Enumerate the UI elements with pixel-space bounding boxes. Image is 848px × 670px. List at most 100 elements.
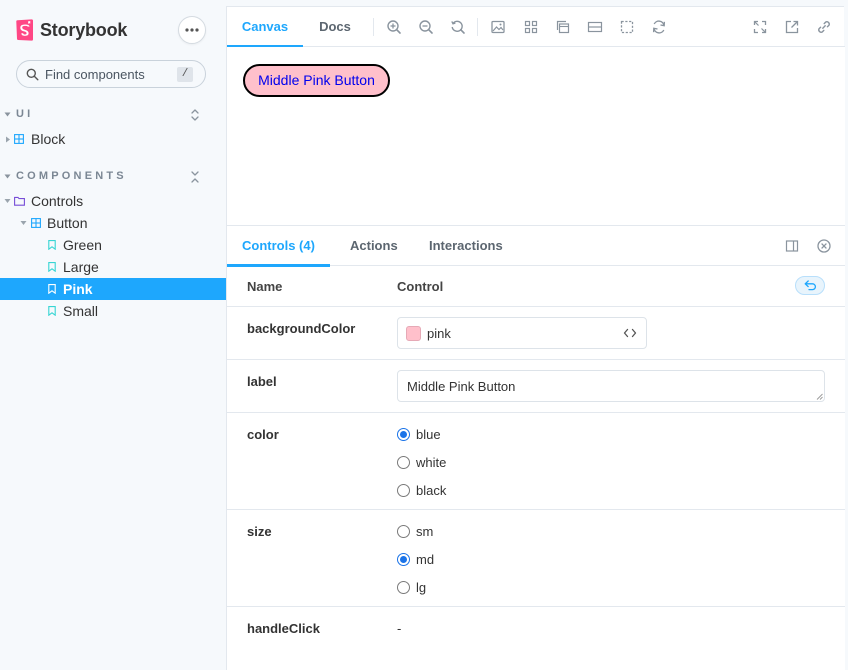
radio-option-lg[interactable]: lg [397,578,426,596]
tab-docs[interactable]: Docs [303,7,367,47]
measure-icon[interactable] [587,19,603,35]
sidebar-item-label: Block [31,131,66,147]
sidebar-story-large[interactable]: Large [0,256,226,278]
sidebar-story-pink[interactable]: Pink [0,278,226,300]
radio-button[interactable] [397,483,410,497]
code-icon[interactable] [623,327,637,339]
radio-button-checked[interactable] [397,427,410,441]
radio-option-black[interactable]: black [397,481,446,499]
viewport-icon[interactable] [555,19,571,35]
radio-label[interactable]: lg [416,580,426,595]
section-title: UI [16,108,34,120]
radio-button[interactable] [397,455,410,469]
collapse-all-icon[interactable] [190,170,200,184]
zoom-in-icon[interactable] [386,19,402,35]
component-icon [31,218,41,228]
section-header-components[interactable]: COMPONENTS [0,169,226,185]
fullscreen-icon[interactable] [752,19,768,35]
section-header-ui[interactable]: UI [0,107,226,123]
panel-orientation-icon[interactable] [784,238,800,254]
brand-name: Storybook [40,19,128,40]
search-icon [26,68,39,81]
storybook-app: Storybook / UI [0,0,848,670]
tab-interactions[interactable]: Interactions [429,226,503,266]
no-control-value: - [397,621,402,636]
sidebar-item-controls[interactable]: Controls [0,190,226,212]
background-image-icon[interactable] [490,19,506,35]
toolbar-divider [477,18,478,36]
ellipsis-icon [185,28,199,32]
close-panel-icon[interactable] [816,238,832,254]
search-box[interactable]: / [16,60,206,88]
color-value[interactable]: pink [427,326,451,341]
tab-canvas[interactable]: Canvas [227,7,303,48]
bookmark-icon [48,262,56,272]
copy-link-icon[interactable] [816,19,832,35]
radio-option-md[interactable]: md [397,550,434,568]
open-new-tab-icon[interactable] [784,19,800,35]
sidebar-story-small[interactable]: Small [0,300,226,322]
sidebar-item-button[interactable]: Button [0,212,226,234]
prop-name: handleClick [247,621,320,636]
toolbar: Canvas Docs [227,7,845,48]
sidebar-item-label: Large [63,259,99,275]
preview-pink-button[interactable]: Middle Pink Button [243,64,390,97]
story-canvas: Middle Pink Button [227,47,845,225]
section-title: COMPONENTS [16,170,127,182]
sidebar-item-label: Pink [63,281,93,297]
bookmark-icon [48,306,56,316]
sidebar-item-label: Small [63,303,99,319]
label-input-value[interactable]: Middle Pink Button [407,379,515,394]
caret-down-icon [4,199,11,203]
resize-grip-icon[interactable] [816,393,823,400]
search-shortcut-badge: / [177,67,193,82]
radio-label[interactable]: sm [416,524,433,539]
radio-button-checked[interactable] [397,552,410,566]
radio-option-white[interactable]: white [397,453,446,471]
grid-icon[interactable] [523,19,539,35]
control-row-size: size sm md lg [227,510,845,607]
outline-icon[interactable] [619,19,635,35]
control-row-color: color blue white black [227,413,845,510]
bookmark-icon [48,284,56,294]
zoom-reset-icon[interactable] [450,19,466,35]
tab-actions[interactable]: Actions [350,226,398,266]
radio-option-blue[interactable]: blue [397,425,441,443]
radio-option-sm[interactable]: sm [397,522,433,540]
reset-controls-button[interactable] [795,276,825,295]
component-icon [14,134,24,144]
caret-down-icon [20,221,27,225]
color-swatch[interactable] [406,326,421,341]
sidebar-item-block[interactable]: Block [0,128,226,150]
sidebar: Storybook / UI [0,0,226,670]
radio-button[interactable] [397,524,410,538]
tab-controls[interactable]: Controls (4) [227,226,330,267]
zoom-out-icon[interactable] [418,19,434,35]
search-input[interactable] [45,65,175,83]
expand-collapse-icon[interactable] [190,108,200,122]
prop-name: size [247,524,272,539]
sidebar-story-green[interactable]: Green [0,234,226,256]
brand[interactable]: Storybook [16,18,127,42]
caret-right-icon [6,136,10,143]
folder-icon [14,196,25,206]
label-text-input[interactable]: Middle Pink Button [397,370,825,402]
main-area: Canvas Docs Middle Pink Button Controls … [226,6,845,670]
sidebar-item-label: Button [47,215,88,231]
controls-header-row: Name Control [227,266,845,307]
menu-button[interactable] [178,16,206,44]
sidebar-item-label: Controls [31,193,84,209]
radio-label[interactable]: blue [416,427,441,442]
column-header-control: Control [397,279,444,294]
radio-button[interactable] [397,580,410,594]
color-picker-control[interactable]: pink [397,317,647,349]
toolbar-divider [373,18,374,36]
caret-down-icon [4,112,11,117]
radio-label[interactable]: white [416,455,446,470]
radio-label[interactable]: black [416,483,446,498]
remount-icon[interactable] [651,19,667,35]
prop-name: label [247,374,277,389]
prop-name: color [247,427,279,442]
radio-label[interactable]: md [416,552,434,567]
addons-tabs: Controls (4) Actions Interactions [227,226,845,267]
